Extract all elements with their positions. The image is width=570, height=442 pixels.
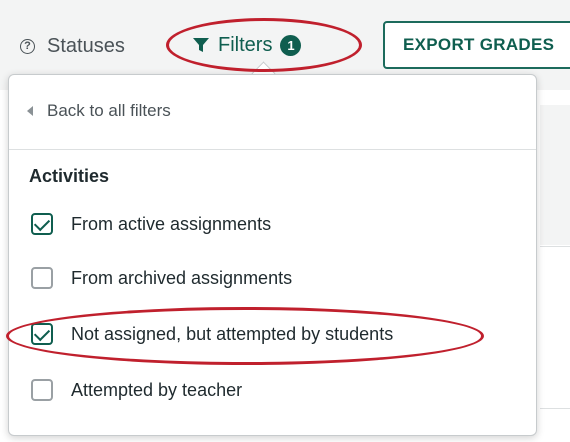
background-band <box>540 105 570 245</box>
filters-label: Filters <box>218 33 273 56</box>
option-label: Not assigned, but attempted by students <box>71 323 394 344</box>
background-divider <box>540 246 570 247</box>
option-from-active-assignments[interactable]: From active assignments <box>31 211 271 237</box>
back-to-all-filters-link[interactable]: Back to all filters <box>27 99 171 123</box>
option-not-assigned-attempted-by-students[interactable]: Not assigned, but attempted by students <box>31 321 393 347</box>
option-label: From active assignments <box>71 213 272 234</box>
filter-count-badge: 1 <box>280 34 302 56</box>
panel-divider <box>9 149 536 150</box>
filters-button[interactable]: Filters 1 <box>192 30 302 60</box>
statuses-button[interactable]: ? Statuses <box>20 32 125 60</box>
filter-funnel-icon <box>193 38 209 52</box>
option-label: From archived assignments <box>71 267 293 288</box>
checkbox-unchecked[interactable] <box>31 267 53 289</box>
option-label: Attempted by teacher <box>71 379 243 400</box>
checkbox-unchecked[interactable] <box>31 379 53 401</box>
question-circle-icon: ? <box>20 38 35 54</box>
background-divider <box>540 408 570 409</box>
checkmark-icon <box>33 324 51 341</box>
caret-left-icon <box>27 106 33 116</box>
checkmark-icon <box>33 214 51 231</box>
section-title-activities: Activities <box>29 166 110 186</box>
option-from-archived-assignments[interactable]: From archived assignments <box>31 265 292 291</box>
checkbox-checked[interactable] <box>31 213 53 235</box>
option-attempted-by-teacher[interactable]: Attempted by teacher <box>31 377 242 403</box>
checkbox-checked[interactable] <box>31 323 53 345</box>
export-grades-button[interactable]: EXPORT GRADES <box>383 21 570 69</box>
statuses-label: Statuses <box>47 34 125 57</box>
back-label: Back to all filters <box>47 101 171 120</box>
filters-dropdown-panel: Back to all filters Activities From acti… <box>8 74 537 436</box>
